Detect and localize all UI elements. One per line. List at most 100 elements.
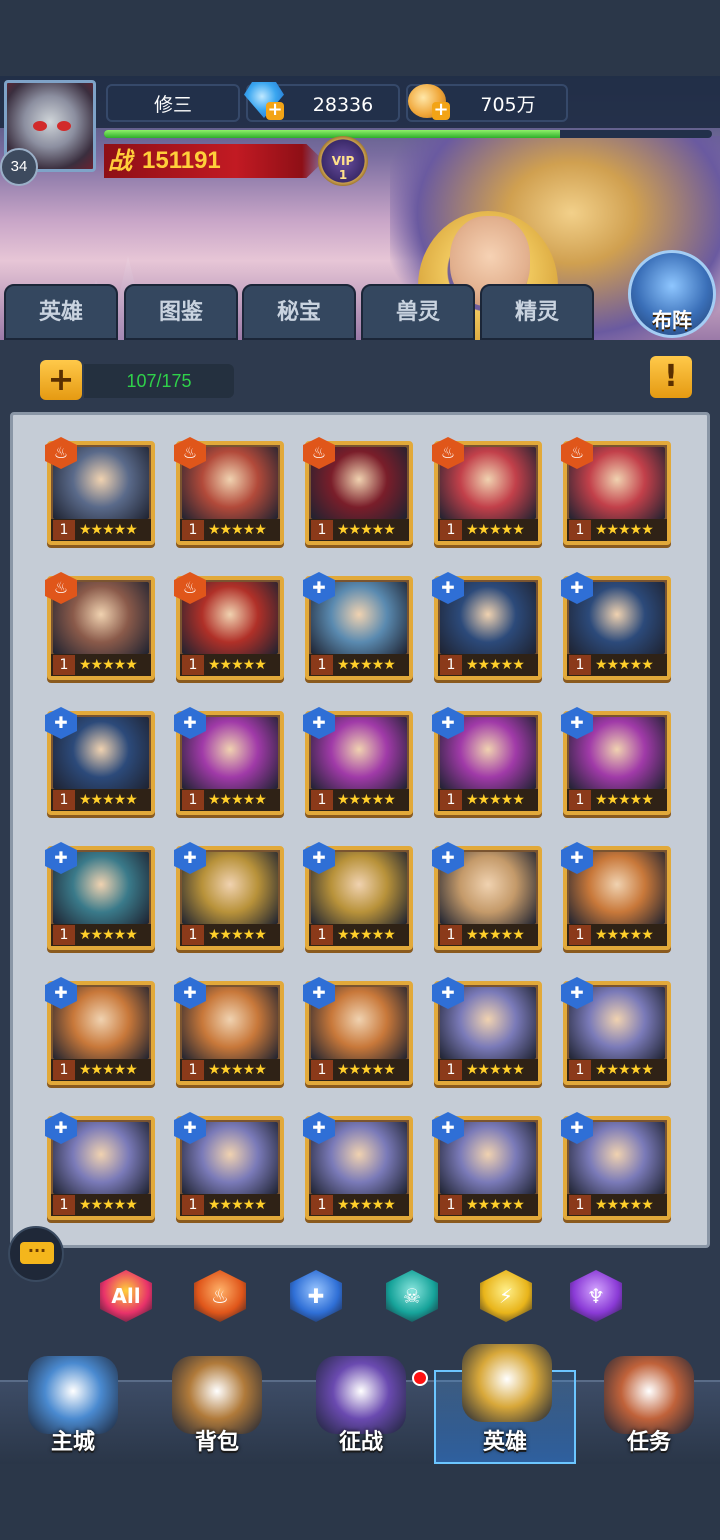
expand-slots-button[interactable]: + xyxy=(40,360,82,400)
hero-level: 1 xyxy=(53,655,75,675)
tab-beast-spirit[interactable]: 兽灵 xyxy=(361,284,475,340)
scroll-icon xyxy=(604,1356,694,1434)
avatar-eye-icon xyxy=(57,121,71,131)
hero-stars: ★★★★★ xyxy=(595,657,654,673)
dragon-portal-icon xyxy=(316,1356,406,1434)
vip-badge[interactable]: VIP 1 xyxy=(318,136,368,186)
tab-label: 精灵 xyxy=(514,300,559,325)
hero-card[interactable]: ✚ 1 ★★★★★ xyxy=(432,977,542,1085)
nav-label: 背包 xyxy=(194,1430,239,1455)
hero-level: 1 xyxy=(569,520,591,540)
hero-card[interactable]: ✚ 1 ★★★★★ xyxy=(432,1112,542,1220)
nav-scroll[interactable]: 任务 xyxy=(578,1346,720,1462)
tab-label: 图鉴 xyxy=(158,300,203,325)
hero-stars: ★★★★★ xyxy=(208,1062,267,1078)
nav-chest[interactable]: 背包 xyxy=(146,1346,288,1462)
hero-card[interactable]: ✚ 1 ★★★★★ xyxy=(174,707,284,815)
hero-card[interactable]: ✚ 1 ★★★★★ xyxy=(174,977,284,1085)
hero-stars: ★★★★★ xyxy=(79,657,138,673)
tab-treasure[interactable]: 秘宝 xyxy=(242,284,356,340)
nav-label: 英雄 xyxy=(482,1430,527,1455)
hero-card[interactable]: ✚ 1 ★★★★★ xyxy=(561,707,671,815)
nav-label: 任务 xyxy=(626,1430,671,1455)
tab-sprite[interactable]: 精灵 xyxy=(480,284,594,340)
hero-stars: ★★★★★ xyxy=(79,1197,138,1213)
hero-card[interactable]: ✚ 1 ★★★★★ xyxy=(561,842,671,950)
hero-card[interactable]: ✚ 1 ★★★★★ xyxy=(561,1112,671,1220)
notification-dot xyxy=(412,1370,428,1386)
hero-card[interactable]: ♨ 1 ★★★★★ xyxy=(174,572,284,680)
hero-card[interactable]: ✚ 1 ★★★★★ xyxy=(432,572,542,680)
player-level-badge: 34 xyxy=(0,148,38,186)
nav-dragon-portal[interactable]: 征战 xyxy=(290,1346,432,1462)
hero-card[interactable]: ✚ 1 ★★★★★ xyxy=(303,842,413,950)
hero-card[interactable]: ♨ 1 ★★★★★ xyxy=(45,572,155,680)
hero-stars: ★★★★★ xyxy=(466,792,525,808)
player-name[interactable]: 修三 xyxy=(106,84,240,122)
hero-card[interactable]: ✚ 1 ★★★★★ xyxy=(303,707,413,815)
hero-stars: ★★★★★ xyxy=(466,657,525,673)
formation-button[interactable]: 布阵 xyxy=(628,250,716,338)
hero-level: 1 xyxy=(440,655,462,675)
hero-card[interactable]: ✚ 1 ★★★★★ xyxy=(303,572,413,680)
tab-codex[interactable]: 图鉴 xyxy=(124,284,238,340)
hero-stars: ★★★★★ xyxy=(466,1197,525,1213)
hero-card[interactable]: ♨ 1 ★★★★★ xyxy=(45,437,155,545)
exp-bar-fill xyxy=(104,130,560,138)
hero-card[interactable]: ✚ 1 ★★★★★ xyxy=(45,1112,155,1220)
avatar-eye-icon xyxy=(33,121,47,131)
hero-card[interactable]: ✚ 1 ★★★★★ xyxy=(432,842,542,950)
power-value: 151191 xyxy=(142,147,221,174)
hero-stars: ★★★★★ xyxy=(337,1197,396,1213)
vip-level: 1 xyxy=(338,168,348,182)
nav-castle[interactable]: 主城 xyxy=(2,1346,144,1462)
hero-level: 1 xyxy=(182,520,204,540)
add-gold-icon[interactable]: + xyxy=(432,101,450,120)
tab-label: 兽灵 xyxy=(395,300,440,325)
hero-card[interactable]: ♨ 1 ★★★★★ xyxy=(174,437,284,545)
info-button[interactable]: ! xyxy=(650,356,692,398)
tab-heroes[interactable]: 英雄 xyxy=(4,284,118,340)
hero-card[interactable]: ✚ 1 ★★★★★ xyxy=(45,842,155,950)
bottom-safe-area xyxy=(0,1464,720,1540)
hero-card[interactable]: ✚ 1 ★★★★★ xyxy=(432,707,542,815)
nav-label: 征战 xyxy=(338,1430,383,1455)
hero-card[interactable]: ✚ 1 ★★★★★ xyxy=(561,572,671,680)
hero-stars: ★★★★★ xyxy=(595,1062,654,1078)
hero-level: 1 xyxy=(182,925,204,945)
nav-label: 主城 xyxy=(50,1430,95,1455)
hero-card[interactable]: ✚ 1 ★★★★★ xyxy=(174,1112,284,1220)
hero-level: 1 xyxy=(569,925,591,945)
hero-stars: ★★★★★ xyxy=(337,1062,396,1078)
hero-card[interactable]: ✚ 1 ★★★★★ xyxy=(303,977,413,1085)
hero-card[interactable]: ✚ 1 ★★★★★ xyxy=(303,1112,413,1220)
hero-level: 1 xyxy=(53,1060,75,1080)
hero-stars: ★★★★★ xyxy=(337,792,396,808)
hero-level: 1 xyxy=(182,1060,204,1080)
hero-level: 1 xyxy=(182,1195,204,1215)
hero-level: 1 xyxy=(440,1060,462,1080)
add-gems-icon[interactable]: + xyxy=(266,101,284,120)
gold-count-value: 705万 xyxy=(480,94,536,116)
hero-level: 1 xyxy=(311,790,333,810)
hero-stars: ★★★★★ xyxy=(466,522,525,538)
hero-level: 1 xyxy=(182,655,204,675)
hero-level: 1 xyxy=(311,655,333,675)
hero-card[interactable]: ✚ 1 ★★★★★ xyxy=(45,707,155,815)
chat-button[interactable]: ··· xyxy=(8,1226,64,1282)
hero-level: 1 xyxy=(182,790,204,810)
hero-card[interactable]: ✚ 1 ★★★★★ xyxy=(561,977,671,1085)
gem-count-value: 28336 xyxy=(312,94,374,116)
hero-card[interactable]: ♨ 1 ★★★★★ xyxy=(432,437,542,545)
hero-level: 1 xyxy=(311,1195,333,1215)
hero-card[interactable]: ✚ 1 ★★★★★ xyxy=(45,977,155,1085)
hero-card[interactable]: ♨ 1 ★★★★★ xyxy=(303,437,413,545)
hero-card[interactable]: ✚ 1 ★★★★★ xyxy=(174,842,284,950)
hero-tabs: 英雄 图鉴 秘宝 兽灵 精灵 xyxy=(0,284,720,340)
hero-stars: ★★★★★ xyxy=(595,927,654,943)
hero-level: 1 xyxy=(311,1060,333,1080)
hero-level: 1 xyxy=(440,790,462,810)
hero-helmet-icon xyxy=(462,1344,552,1422)
nav-hero-helmet[interactable]: 英雄 xyxy=(434,1344,576,1464)
hero-card[interactable]: ♨ 1 ★★★★★ xyxy=(561,437,671,545)
